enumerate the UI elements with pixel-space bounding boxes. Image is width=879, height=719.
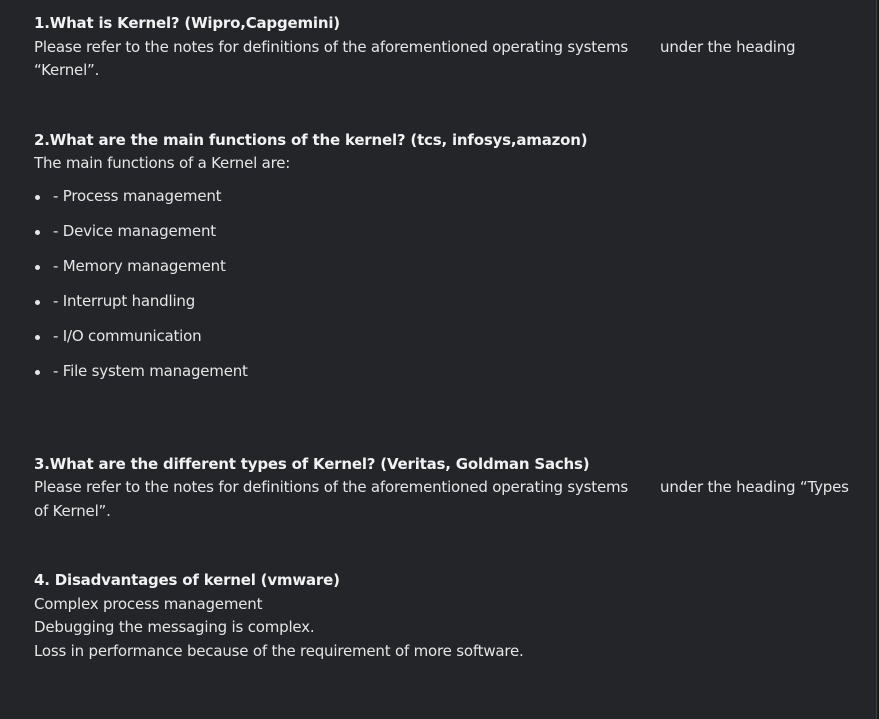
question-3-answer-line2: of Kernel”. bbox=[34, 501, 111, 520]
question-1: 1.What is Kernel? (Wipro,Capgemini) Plea… bbox=[34, 12, 864, 83]
document-page: 1.What is Kernel? (Wipro,Capgemini) Plea… bbox=[0, 0, 877, 719]
question-3: 3.What are the different types of Kernel… bbox=[34, 453, 864, 524]
question-4-line-2: Debugging the messaging is complex. bbox=[34, 618, 315, 636]
question-3-answer-part2: under the heading “Types bbox=[660, 478, 849, 496]
kernel-functions-list: - Process management - Device management… bbox=[34, 185, 864, 395]
question-1-answer-part1: Please refer to the notes for definition… bbox=[34, 37, 629, 56]
list-item: - File system management bbox=[34, 360, 864, 395]
question-3-answer-part1: Please refer to the notes for definition… bbox=[34, 478, 629, 496]
question-2-title: 2.What are the main functions of the ker… bbox=[34, 130, 588, 149]
cropped-heading-strip bbox=[0, 0, 877, 6]
question-1-title: 1.What is Kernel? (Wipro,Capgemini) bbox=[34, 14, 340, 32]
question-2: 2.What are the main functions of the ker… bbox=[34, 129, 864, 395]
question-3-answer: Please refer to the notes for definition… bbox=[34, 476, 864, 523]
question-1-answer-line2: “Kernel”. bbox=[34, 61, 100, 79]
list-item: - Process management bbox=[34, 185, 864, 220]
list-item: - Memory management bbox=[34, 255, 864, 290]
question-4-line-3: Loss in performance because of the requi… bbox=[34, 641, 524, 660]
question-1-answer-part2: under the heading bbox=[660, 37, 796, 56]
question-4-line-1: Complex process management bbox=[34, 594, 263, 613]
question-2-intro: The main functions of a Kernel are: bbox=[34, 154, 291, 172]
question-4: 4. Disadvantages of kernel (vmware) Comp… bbox=[34, 569, 864, 663]
list-item: - Interrupt handling bbox=[34, 290, 864, 325]
document-content: 1.What is Kernel? (Wipro,Capgemini) Plea… bbox=[34, 12, 864, 663]
list-item: - Device management bbox=[34, 220, 864, 255]
question-1-answer: Please refer to the notes for definition… bbox=[34, 36, 864, 83]
question-4-title: 4. Disadvantages of kernel (vmware) bbox=[34, 571, 340, 589]
list-item: - I/O communication bbox=[34, 325, 864, 360]
question-3-title: 3.What are the different types of Kernel… bbox=[34, 454, 590, 473]
